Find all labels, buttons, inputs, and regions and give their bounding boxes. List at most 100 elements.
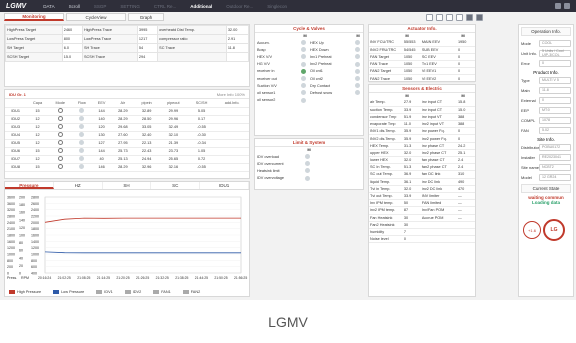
nav-ssgp[interactable]: SSGP [87, 4, 114, 9]
legend-item[interactable]: High Pressure [9, 290, 41, 294]
cycle-label: HG V/V [257, 62, 270, 67]
idu-row[interactable]: IDU1 15 144 28.29 32.89 29.99 5.05 [5, 107, 249, 116]
info-cell: 27.9 [402, 99, 421, 107]
rp-value-field[interactable]: 1078 [539, 116, 571, 124]
y-tick-label-rpm: 0 [19, 272, 21, 276]
info-cell: 51.9 [402, 113, 421, 122]
rp-value-field[interactable]: 11.8 [539, 86, 571, 94]
settings-icon[interactable] [466, 14, 473, 21]
pressure-cell: HighPress Trace [81, 25, 138, 35]
legend-item[interactable]: FAN1 [153, 290, 171, 294]
nav-scroll[interactable]: Scroll [62, 4, 87, 9]
nav-singlecon[interactable]: Singlecon [260, 4, 294, 9]
info-cell: fan phase CT [420, 156, 457, 165]
legend-item[interactable]: IDV2 [124, 290, 142, 294]
cycle-row: receiver out Oil cnt2 [255, 75, 363, 82]
idu-group-title[interactable]: IDU Gr. 1 [9, 92, 26, 97]
nav-additional[interactable]: Additional [183, 4, 219, 9]
idu-row[interactable]: IDU2 12 140 28.29 28.50 29.96 0.17 [5, 115, 249, 124]
y-tick-label-rpm: 200 [19, 196, 25, 200]
pressure-table: HighPress Target 2460 HighPress Trace 3995 o… [5, 25, 250, 62]
idu-cell: 146 [91, 163, 112, 172]
limit-row: IDV overvoltage [255, 175, 363, 182]
nav-outdoor[interactable]: Outdoor Re... [219, 4, 260, 9]
idu-cell [215, 163, 249, 172]
idu-cell [48, 123, 72, 132]
legend-item[interactable]: FAN2 [182, 290, 200, 294]
minimize-icon[interactable] [555, 3, 561, 9]
rp-key: Main [521, 87, 530, 93]
idu-cell: 32.16 [158, 163, 188, 172]
rp-value-field[interactable]: MT:0 [539, 106, 571, 114]
idu-cell: IDU1 [5, 107, 27, 116]
idu-cell [215, 155, 249, 164]
rp-row: Mode COOL [519, 38, 573, 48]
y-tick-label-2: 2400 [31, 208, 39, 212]
y-tick-label-rpm: 140 [19, 218, 25, 222]
status-dot [305, 161, 310, 167]
info-cell: INV2 dis.Temp. [369, 134, 403, 143]
info-cell: FAN Target [369, 53, 403, 62]
idu-row[interactable]: IDU4 12 130 27.60 32.40 32.10 -0.30 [5, 131, 249, 140]
cycle-row: oil sensor2 [255, 97, 363, 104]
rp-value-field[interactable]: 12 GR24 [539, 173, 571, 181]
fan-mode-icon [57, 140, 63, 145]
chart-tab-sc[interactable]: SC [151, 182, 201, 189]
tab-monitoring[interactable]: Monitoring [4, 13, 64, 21]
legend-label: IDV2 [132, 290, 142, 294]
tab-graph[interactable]: Graph [128, 13, 164, 21]
chart-icon[interactable] [446, 14, 453, 21]
info-cell: 32.0 [402, 185, 421, 193]
nav-data[interactable]: DATA [36, 4, 61, 9]
idu-row[interactable]: IDU8 15 146 28.29 32.96 32.16 -0.55 [5, 163, 249, 172]
close-icon[interactable] [564, 3, 570, 9]
idu-row[interactable]: IDU6 15 144 25.73 22.43 23.73 1.05 [5, 147, 249, 156]
rp-value-field[interactable]: MULTI V 5 [539, 76, 571, 84]
info-cell: 2.4 [456, 156, 475, 165]
y-tick-label: 200 [7, 265, 13, 269]
fan-mode-icon [57, 132, 63, 137]
info-cell: 36.9 [402, 170, 421, 179]
folder-icon[interactable] [436, 14, 443, 21]
limit-label: Heatsink limit [257, 168, 280, 173]
nav-ctrl[interactable]: CTRL Re... [147, 4, 183, 9]
save-icon[interactable] [426, 14, 433, 21]
idu-row[interactable]: IDU5 12 127 27.95 22.13 21.39 -0.34 [5, 139, 249, 148]
rp-value-field[interactable]: 5.02 [539, 126, 571, 134]
rp-key: Site name [521, 164, 540, 170]
nav-setting[interactable]: SETTING [113, 4, 147, 9]
idu-cell: -0.55 [187, 123, 216, 132]
idu-cell: 27.60 [111, 131, 135, 140]
print-icon[interactable] [456, 14, 463, 21]
legend-item[interactable]: IDV1 [96, 290, 113, 294]
status-dot [355, 47, 360, 53]
y-tick-label: 1800 [7, 234, 15, 238]
idu-cell: 24.94 [134, 155, 159, 164]
rp-key: Mode [521, 40, 532, 46]
chart-tab-pressure[interactable]: Pressure [5, 182, 54, 189]
idu-cell [71, 107, 92, 116]
chart-tab-sh[interactable]: SH [103, 182, 152, 189]
chart-tab-hz[interactable]: HZ [54, 182, 103, 189]
idu-row[interactable]: IDU3 12 120 29.68 33.05 32.49 -0.55 [5, 123, 249, 132]
idu-cell [215, 123, 249, 132]
info-row: condensor Tmp 51.9 inv input VT 388 [369, 113, 475, 122]
rp-value-field[interactable]: 5 Units / Cool UIP-3/COL [539, 49, 571, 57]
rp-value-field[interactable]: COOL [539, 39, 571, 47]
info-row: lower HEX 32.0 fan phase CT 2.4 [369, 156, 475, 165]
more-info-button[interactable]: More Info 100% [217, 92, 245, 97]
help-icon[interactable] [476, 14, 483, 21]
chart-tab-idu1[interactable]: IDU1 [200, 182, 249, 189]
rp-value-field[interactable]: NCBT2 [539, 163, 571, 171]
idu-cell [48, 107, 72, 116]
y-tick-label-2: 1600 [31, 234, 39, 238]
legend-item[interactable]: Low Pressure [53, 290, 84, 294]
rp-value-field[interactable]: 0 [539, 59, 571, 67]
y-tick-label: 3600 [7, 196, 15, 200]
idu-row[interactable]: IDU7 12 40 25.13 24.94 25.65 0.72 [5, 155, 249, 164]
rp-value-field[interactable]: RE2023041 [539, 153, 571, 161]
tab-cycleview[interactable]: CycleView [66, 13, 126, 21]
y-tick-label-2: 2000 [31, 221, 39, 225]
rp-value-field[interactable]: POBU0172 [539, 143, 571, 151]
rp-value-field[interactable]: 0 [539, 96, 571, 104]
